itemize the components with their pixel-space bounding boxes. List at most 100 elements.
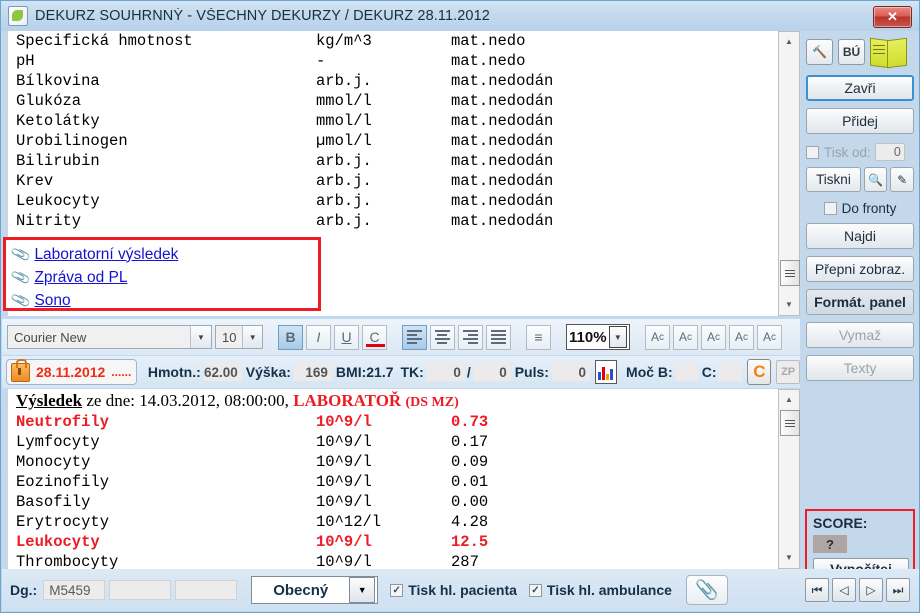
bar-chart-icon-button[interactable] — [594, 360, 618, 384]
print-button[interactable]: Tiskni — [806, 167, 861, 192]
add-button[interactable]: Přidej — [806, 108, 914, 134]
align-center-button[interactable] — [430, 324, 455, 350]
print-preview-icon-button[interactable]: 🔍 — [863, 167, 888, 192]
align-left-button[interactable] — [402, 324, 427, 350]
print-from-field[interactable]: 0 — [874, 143, 905, 161]
list-item[interactable]: 📎 Sono — [10, 289, 318, 312]
chevron-down-icon[interactable]: ▼ — [608, 326, 627, 348]
chevron-down-icon[interactable]: ▼ — [349, 577, 376, 603]
diagnosis-field-3[interactable] — [175, 580, 238, 600]
nav-next-button[interactable]: ▷ — [859, 578, 883, 602]
row-name: Lymfocyty — [16, 433, 100, 451]
bullet-list-button[interactable]: ≡ — [526, 324, 551, 350]
scrollbar-thumb[interactable] — [780, 410, 800, 436]
print-patient-header-checkbox-row[interactable]: ✓ Tisk hl. pacienta — [390, 582, 517, 598]
nav-prev-button[interactable]: ◁ — [832, 578, 856, 602]
height-field[interactable]: 169 — [293, 363, 332, 381]
pen-icon-button[interactable]: ✎ — [890, 167, 914, 192]
align-justify-button[interactable] — [486, 324, 511, 350]
print-from-checkbox[interactable] — [806, 145, 819, 159]
queue-checkbox[interactable] — [823, 201, 837, 215]
text-color-button[interactable]: C — [362, 324, 387, 350]
clear-button[interactable]: Vymaž — [806, 322, 914, 348]
lower-pane-scrollbar[interactable]: ▲ ▼ — [778, 389, 800, 569]
row-unit: - — [316, 52, 326, 70]
print-patient-header-checkbox[interactable]: ✓ — [390, 583, 404, 597]
row-value: 0.17 — [451, 433, 489, 451]
nav-last-button[interactable]: ⏭ — [886, 578, 910, 602]
weight-field[interactable]: 62.00 — [203, 363, 242, 381]
print-ambulance-header-checkbox-row[interactable]: ✓ Tisk hl. ambulance — [528, 582, 672, 598]
result-header: Výsledek ze dne: 14.03.2012, 08:00:00, L… — [8, 389, 783, 412]
scrollbar-thumb[interactable] — [780, 260, 800, 286]
attachment-link-lab-result[interactable]: Laboratorní výsledek — [34, 246, 178, 264]
attach-paperclip-button[interactable]: 📎 — [685, 575, 728, 605]
underline-label: U — [341, 329, 352, 345]
font-family-select[interactable]: Courier New ▼ — [7, 325, 212, 349]
switch-view-button[interactable]: Přepni zobraz. — [806, 256, 914, 282]
tk-diastolic-field[interactable]: 0 — [472, 363, 511, 381]
text-row: Basofily 10^9/l 0.00 — [8, 492, 783, 512]
spell-a1-icon-button[interactable]: Ac — [645, 324, 670, 350]
zoom-value: 110% — [569, 328, 607, 346]
urine-b-field[interactable] — [675, 363, 698, 381]
attachment-link-pl-report[interactable]: Zpráva od PL — [34, 269, 127, 287]
spell-a3-icon-button[interactable]: Ac — [701, 324, 726, 350]
close-button[interactable]: Zavři — [806, 75, 914, 101]
color-swatch — [366, 343, 385, 347]
record-date-chip[interactable]: 28.11.2012 ...... — [6, 358, 137, 385]
spell-a5-icon-button[interactable]: Ac — [757, 324, 782, 350]
zp-button[interactable]: ZP — [776, 360, 800, 384]
diagnosis-field-2[interactable] — [109, 580, 172, 600]
row-unit: 10^9/l — [316, 493, 372, 511]
c-circle-icon-button[interactable]: C — [747, 359, 772, 385]
right-sidebar: 🔨 BÚ Zavři Přidej Tisk od: 0 Tiskni 🔍 ✎ … — [801, 31, 919, 589]
format-panel-button[interactable]: Formát. panel — [806, 289, 914, 315]
attachment-link-sono[interactable]: Sono — [34, 292, 70, 310]
text-row: Thrombocyty 10^9/l 287 — [8, 552, 783, 569]
format-panel-label: Formát. panel — [814, 294, 906, 310]
diagnosis-field-1[interactable]: M5459 — [43, 580, 106, 600]
lower-document-pane[interactable]: Výsledek ze dne: 14.03.2012, 08:00:00, L… — [2, 389, 783, 569]
chevron-down-icon[interactable]: ▼ — [190, 326, 211, 348]
record-type-select[interactable]: Obecný ▼ — [251, 576, 379, 604]
zoom-select[interactable]: 110% ▼ — [566, 324, 630, 350]
hammer-icon-button[interactable]: 🔨 — [806, 39, 833, 65]
chevron-down-icon[interactable]: ▼ — [242, 326, 262, 348]
print-ambulance-header-checkbox[interactable]: ✓ — [528, 583, 542, 597]
list-item[interactable]: 📎 Laboratorní výsledek — [10, 243, 318, 266]
tk-systolic-field[interactable]: 0 — [426, 363, 465, 381]
app-logo-icon — [8, 6, 28, 26]
spell-a4-icon-button[interactable]: Ac — [729, 324, 754, 350]
italic-button[interactable]: I — [306, 324, 331, 350]
book-icon[interactable] — [870, 37, 907, 69]
scroll-up-icon[interactable]: ▲ — [779, 32, 799, 50]
diagnosis-label: Dg.: — [10, 582, 38, 598]
font-size-select[interactable]: 10 ▼ — [215, 325, 263, 349]
print-from-label: Tisk od: — [824, 144, 871, 160]
text-row: Bílkovina arb.j. mat.nedodán — [8, 71, 783, 91]
scroll-down-icon[interactable]: ▼ — [779, 548, 799, 566]
row-unit: kg/m^3 — [316, 32, 372, 50]
text-row: Leukocyty arb.j. mat.nedodán — [8, 191, 783, 211]
nav-first-button[interactable]: ⏮ — [805, 578, 829, 602]
align-right-button[interactable] — [458, 324, 483, 350]
row-value: mat.nedodán — [451, 172, 554, 190]
pulse-field[interactable]: 0 — [551, 363, 590, 381]
paperclip-icon: 📎 — [9, 266, 32, 288]
scroll-up-icon[interactable]: ▲ — [779, 390, 799, 408]
upper-pane-scrollbar[interactable]: ▲ ▼ — [778, 31, 800, 316]
spell-a2-icon-button[interactable]: Ac — [673, 324, 698, 350]
list-item[interactable]: 📎 Zpráva od PL — [9, 266, 318, 289]
row-name: Glukóza — [16, 92, 82, 110]
row-unit: 10^9/l — [316, 553, 372, 569]
texts-button[interactable]: Texty — [806, 355, 914, 381]
find-button[interactable]: Najdi — [806, 223, 914, 249]
bold-button[interactable]: B — [278, 324, 303, 350]
underline-button[interactable]: U — [334, 324, 359, 350]
close-window-button[interactable]: ✕ — [873, 6, 912, 28]
row-name: Bílkovina — [16, 72, 100, 90]
bu-button[interactable]: BÚ — [838, 39, 865, 65]
urine-c-field[interactable] — [719, 363, 742, 381]
scroll-down-icon[interactable]: ▼ — [779, 295, 799, 313]
